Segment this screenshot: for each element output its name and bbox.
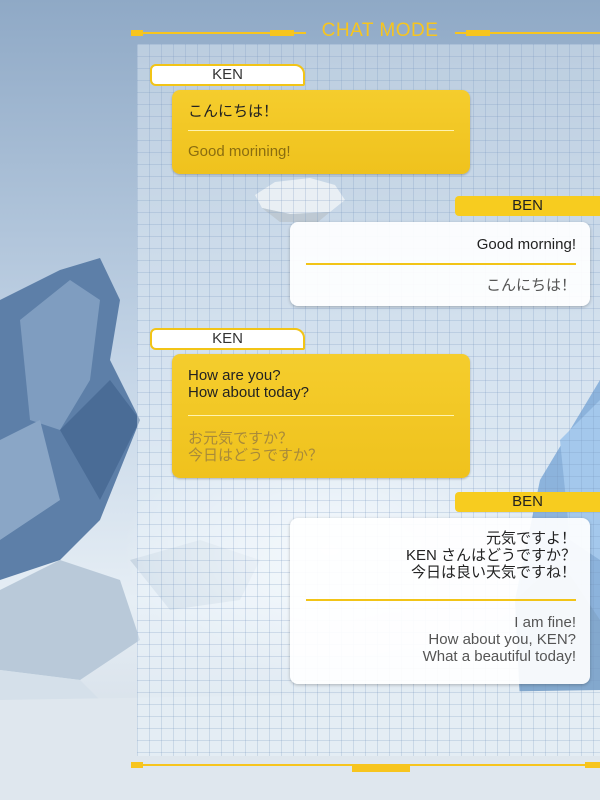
top-frame	[0, 22, 600, 42]
speaker-tag-ken: KEN	[150, 64, 305, 86]
divider	[188, 130, 454, 131]
message-translation: こんにちは！	[485, 277, 576, 294]
chat-bubble-ken: How are you? How about today? お元気ですか？ 今日…	[172, 354, 470, 478]
speaker-tag-ken: KEN	[150, 328, 305, 350]
message-translation: Good morining!	[188, 143, 291, 160]
chat-bubble-ben: Good morning! こんにちは！	[290, 222, 590, 306]
divider	[306, 263, 576, 265]
chat-bubble-ben: 元気ですよ！ KEN さんはどうですか？ 今日は良い天気ですね！ I am fi…	[290, 518, 590, 684]
message-text: こんにちは！	[188, 103, 279, 120]
speaker-tag-ben: BEN	[455, 492, 600, 512]
message-text: How are you? How about today?	[188, 367, 309, 401]
speaker-tag-ben: BEN	[455, 196, 600, 216]
chat-bubble-ken: こんにちは！ Good morining!	[172, 90, 470, 174]
message-translation: I am fine! How about you, KEN? What a be…	[422, 614, 576, 665]
message-translation: お元気ですか？ 今日はどうですか？	[188, 430, 324, 464]
page-title: CHAT MODE	[321, 20, 439, 41]
bottom-frame	[0, 756, 600, 776]
divider	[188, 415, 454, 416]
message-text: Good morning!	[476, 236, 576, 253]
divider	[306, 599, 576, 601]
message-text: 元気ですよ！ KEN さんはどうですか？ 今日は良い天気ですね！	[405, 530, 576, 581]
